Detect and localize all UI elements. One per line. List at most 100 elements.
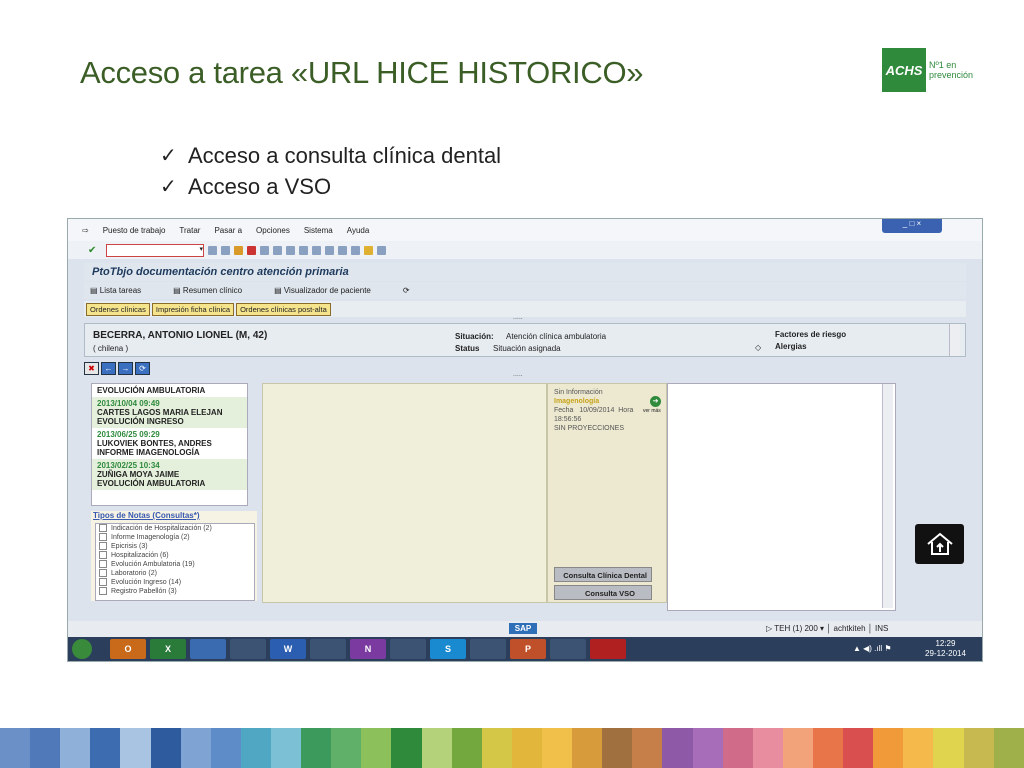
navigation-buttons: ✖ ← → ⟳	[84, 361, 966, 375]
media-player-icon[interactable]	[230, 639, 266, 659]
stripe	[541, 728, 573, 768]
next-page-icon[interactable]	[312, 245, 321, 255]
tray-icons[interactable]: ▲ ◀) .ıll ⚑	[853, 644, 892, 653]
menu-item-pasar[interactable]: Pasar a	[214, 226, 242, 235]
outlook-icon[interactable]: O	[110, 639, 146, 659]
note-checkbox[interactable]: Laboratorio (2)	[96, 569, 254, 578]
exit-icon[interactable]	[234, 245, 243, 255]
home-icon[interactable]	[915, 524, 964, 564]
menu-icon[interactable]: ⇨	[82, 226, 89, 235]
menu-item-puesto[interactable]: Puesto de trabajo	[103, 226, 166, 235]
menu-item-ayuda[interactable]: Ayuda	[347, 226, 370, 235]
word-icon[interactable]: W	[270, 639, 306, 659]
menu-bar: ⇨ Puesto de trabajo Tratar Pasar a Opcio…	[68, 219, 982, 241]
save-icon[interactable]	[221, 245, 230, 255]
arrow-left-icon[interactable]: ←	[101, 361, 116, 375]
sap-logo: SAP	[509, 623, 537, 634]
note-checkbox[interactable]: Informe Imagenología (2)	[96, 533, 254, 542]
prev-page-icon[interactable]	[299, 245, 308, 255]
onenote-icon[interactable]: N	[350, 639, 386, 659]
stripe	[903, 728, 934, 768]
right-content-pane	[667, 383, 896, 611]
arrow-right-icon[interactable]: →	[118, 361, 133, 375]
note-checkbox[interactable]: Hospitalización (6)	[96, 551, 254, 560]
stripe	[752, 728, 783, 768]
note-checkbox[interactable]: Epicrisis (3)	[96, 542, 254, 551]
command-field[interactable]: ▾	[106, 243, 204, 257]
stripe	[602, 728, 633, 768]
refresh-icon[interactable]: ⟳	[403, 286, 410, 295]
stripe	[180, 728, 211, 768]
list-item[interactable]: 2013/06/25 09:29 LUKOVIEK BONTES, ANDRES I…	[92, 428, 247, 459]
skype-icon[interactable]: S	[430, 639, 466, 659]
stripe	[270, 728, 302, 768]
splitter-dots[interactable]: .....	[513, 314, 523, 321]
notes-app-icon[interactable]	[390, 639, 426, 659]
last-page-icon[interactable]	[325, 245, 334, 255]
consulta-vso-button[interactable]: Consulta VSO	[554, 585, 652, 600]
ver-mas-label[interactable]: ver más	[643, 408, 661, 414]
refresh-button-icon[interactable]: ⟳	[135, 361, 150, 375]
visualizador-button[interactable]: ▤ Visualizador de paciente	[274, 286, 387, 295]
layout-icon[interactable]	[377, 245, 386, 255]
list-item[interactable]: EVOLUCIÓN AMBULATORIA	[92, 384, 247, 397]
stripe	[361, 728, 392, 768]
chrome-icon[interactable]	[310, 639, 346, 659]
stripe	[511, 728, 542, 768]
close-icon[interactable]: ✖	[84, 361, 99, 375]
imagenologia-label: Imagenología	[554, 398, 600, 405]
expand-icon[interactable]: ◇	[755, 343, 761, 352]
stripe	[30, 728, 61, 768]
note-checkbox[interactable]: Evolución Ambulatoria (19)	[96, 560, 254, 569]
bullet-item: ✓ Acceso a consulta clínica dental	[160, 142, 502, 168]
stripe	[210, 728, 241, 768]
tab-impresion-ficha[interactable]: Impresión ficha clínica	[151, 302, 235, 316]
logo-mark: ACHS	[882, 48, 926, 92]
ver-mas-icon[interactable]: ➔	[650, 396, 661, 407]
window-controls[interactable]: _ □ ×	[882, 219, 942, 233]
content-scrollbar[interactable]	[882, 384, 893, 608]
powerpoint-icon[interactable]: P	[510, 639, 546, 659]
lista-tareas-button[interactable]: ▤ Lista tareas	[90, 286, 157, 295]
stripe	[873, 728, 904, 768]
checkmark-icon: ✓	[160, 176, 177, 198]
note-checkbox[interactable]: Evolución Ingreso (14)	[96, 578, 254, 587]
proyecciones-value: SIN PROYECCIONES	[554, 425, 625, 432]
sap-gui-icon[interactable]	[550, 639, 586, 659]
note-checkbox[interactable]: Registro Pabellón (3)	[96, 587, 254, 596]
note-checkbox[interactable]: Indicación de Hospitalización (2)	[96, 524, 254, 533]
header-scrollbar[interactable]	[949, 324, 960, 356]
print-icon[interactable]	[260, 245, 269, 255]
menu-item-opciones[interactable]: Opciones	[256, 226, 290, 235]
splitter-dots-2[interactable]: .....	[513, 371, 523, 378]
tab-ordenes-clinicas[interactable]: Ordenes clínicas	[86, 302, 150, 316]
bullet-list: ✓ Acceso a consulta clínica dental ✓ Acces…	[160, 140, 501, 202]
list-item[interactable]: 2013/02/25 10:34 ZUÑIGA MOYA JAIME EVOLUCI…	[92, 459, 247, 490]
folder-icon[interactable]	[470, 639, 506, 659]
find-icon[interactable]	[273, 245, 282, 255]
consulta-dental-button[interactable]: Consulta Clínica Dental	[554, 567, 652, 582]
pdf-icon[interactable]	[590, 639, 626, 659]
first-page-icon[interactable]	[286, 245, 295, 255]
new-session-icon[interactable]	[338, 245, 347, 255]
tab-ordenes-post-alta[interactable]: Ordenes clínicas post-alta	[236, 302, 331, 316]
checkmark-icon: ✓	[160, 145, 177, 167]
list-item[interactable]: 2013/10/04 09:49 CARTES LAGOS MARIA ELEJA…	[92, 397, 247, 428]
excel-icon[interactable]: X	[150, 639, 186, 659]
explorer-icon[interactable]	[190, 639, 226, 659]
notes-title[interactable]: Tipos de Notas (Consultas*)	[93, 511, 255, 520]
start-button[interactable]	[72, 639, 92, 659]
help-icon[interactable]	[364, 245, 373, 255]
enter-icon[interactable]: ✔	[88, 245, 96, 256]
bullet-item: ✓ Acceso a VSO	[160, 173, 332, 199]
back-icon[interactable]	[208, 245, 217, 255]
clock[interactable]: 12:29 29-12-2014	[925, 639, 966, 659]
house-arrow-icon	[926, 532, 953, 555]
resumen-clinico-button[interactable]: ▤ Resumen clínico	[173, 286, 258, 295]
cancel-icon[interactable]	[247, 245, 256, 255]
stripe	[60, 728, 91, 768]
shortcut-icon[interactable]	[351, 245, 360, 255]
menu-item-tratar[interactable]: Tratar	[179, 226, 200, 235]
stripe	[421, 728, 452, 768]
menu-item-sistema[interactable]: Sistema	[304, 226, 333, 235]
